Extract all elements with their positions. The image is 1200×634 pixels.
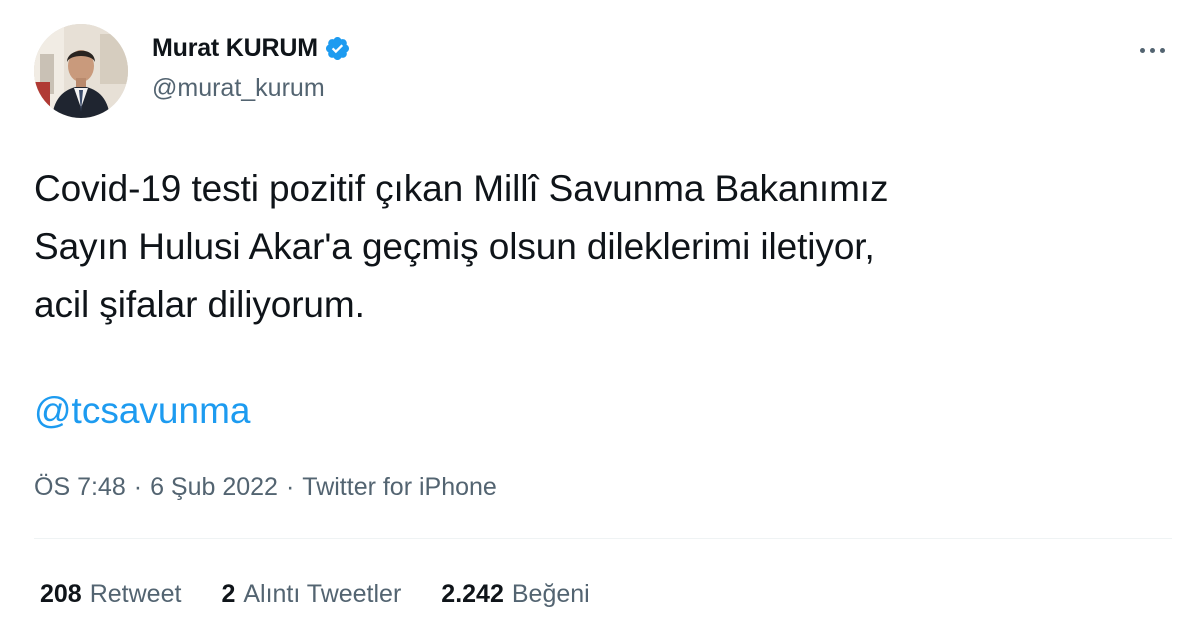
like-count-label: Beğeni bbox=[511, 579, 590, 608]
mention-link[interactable]: @tcsavunma bbox=[34, 386, 250, 436]
quote-count-label: Alıntı Tweetler bbox=[243, 579, 402, 608]
avatar[interactable] bbox=[34, 24, 128, 118]
tweet-date[interactable]: 6 Şub 2022 bbox=[150, 473, 278, 502]
verified-badge-icon bbox=[324, 35, 351, 62]
divider bbox=[34, 538, 1172, 539]
tweet-meta: ÖS 7:48 · 6 Şub 2022 · Twitter for iPhon… bbox=[34, 470, 497, 504]
more-dot bbox=[1139, 47, 1145, 53]
like-count-value: 2.242 bbox=[441, 579, 504, 608]
meta-separator: · bbox=[285, 472, 295, 501]
more-dot bbox=[1149, 47, 1155, 53]
tweet-stats: 208 Retweet 2 Alıntı Tweetler 2.242 Beğe… bbox=[40, 576, 630, 612]
more-options-icon[interactable] bbox=[1132, 38, 1172, 62]
quote-count[interactable]: 2 Alıntı Tweetler bbox=[221, 580, 401, 609]
quote-count-value: 2 bbox=[221, 579, 236, 608]
meta-separator: · bbox=[133, 472, 143, 501]
author-handle[interactable]: @murat_kurum bbox=[152, 74, 325, 103]
tweet-time[interactable]: ÖS 7:48 bbox=[34, 473, 126, 502]
more-dot bbox=[1159, 47, 1165, 53]
tweet-source[interactable]: Twitter for iPhone bbox=[302, 473, 497, 502]
tweet-card: Murat KURUM @murat_kurum Covid-19 testi … bbox=[0, 0, 1200, 634]
retweet-count-label: Retweet bbox=[89, 579, 182, 608]
author-display-name[interactable]: Murat KURUM bbox=[152, 34, 318, 63]
author-name-row: Murat KURUM bbox=[152, 31, 351, 65]
avatar-image bbox=[34, 24, 128, 118]
like-count[interactable]: 2.242 Beğeni bbox=[441, 580, 589, 609]
retweet-count-value: 208 bbox=[40, 579, 82, 608]
retweet-count[interactable]: 208 Retweet bbox=[40, 580, 181, 609]
tweet-text: Covid-19 testi pozitif çıkan Millî Savun… bbox=[34, 168, 889, 325]
